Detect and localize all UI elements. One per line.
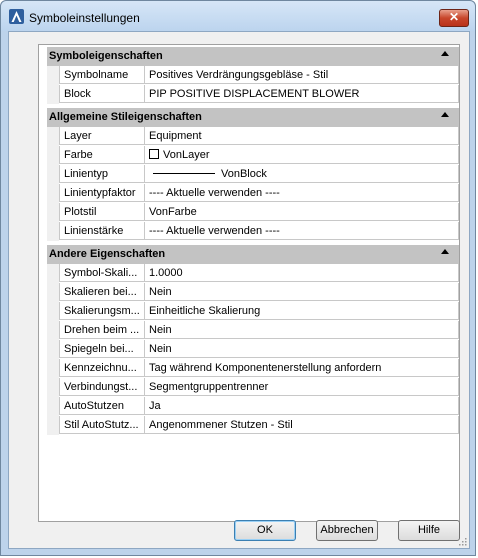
category-label: Allgemeine Stileigenschaften — [49, 111, 202, 123]
row-gutter — [47, 66, 59, 85]
close-icon: ✕ — [448, 10, 460, 24]
property-row[interactable]: Linientyp VonBlock — [47, 165, 459, 184]
property-value[interactable]: Angenommener Stutzen - Stil — [145, 416, 459, 434]
property-row[interactable]: Linientypfaktor ---- Aktuelle verwenden … — [47, 184, 459, 203]
property-name: Skalieren bei... — [59, 283, 145, 301]
row-gutter — [47, 321, 59, 340]
row-gutter — [47, 264, 59, 283]
property-name: Linientypfaktor — [59, 184, 145, 202]
category-other-properties[interactable]: Andere Eigenschaften — [47, 245, 459, 264]
row-gutter — [47, 165, 59, 184]
property-name: Skalierungsm... — [59, 302, 145, 320]
property-row[interactable]: Drehen beim ... Nein — [47, 321, 459, 340]
property-row[interactable]: Verbindungst... Segmentgruppentrenner — [47, 378, 459, 397]
collapse-triangle-icon[interactable] — [441, 51, 449, 56]
ok-button[interactable]: OK — [234, 520, 296, 541]
property-row[interactable]: Plotstil VonFarbe — [47, 203, 459, 222]
row-gutter — [47, 85, 59, 104]
row-gutter — [47, 127, 59, 146]
dialog-client-area: Symboleigenschaften Symbolname Positives… — [8, 31, 470, 549]
dialog-window: Symboleinstellungen ✕ Symboleigenschafte… — [0, 0, 476, 556]
linetype-value-label: VonBlock — [221, 168, 267, 180]
property-value[interactable]: VonFarbe — [145, 203, 459, 221]
property-grid[interactable]: Symboleigenschaften Symbolname Positives… — [38, 44, 460, 522]
row-gutter — [47, 302, 59, 321]
property-name: Layer — [59, 127, 145, 145]
property-value-color[interactable]: VonLayer — [145, 146, 459, 164]
property-row[interactable]: Layer Equipment — [47, 127, 459, 146]
row-gutter — [47, 340, 59, 359]
property-name: Stil AutoStutz... — [59, 416, 145, 434]
collapse-triangle-icon[interactable] — [441, 249, 449, 254]
property-value[interactable]: Nein — [145, 321, 459, 339]
color-value-label: VonLayer — [163, 149, 210, 161]
property-value[interactable]: Positives Verdrängungsgebläse - Stil — [145, 66, 459, 84]
property-value[interactable]: PIP POSITIVE DISPLACEMENT BLOWER — [145, 85, 459, 103]
row-gutter — [47, 397, 59, 416]
property-name: Linientyp — [59, 165, 145, 183]
close-button[interactable]: ✕ — [439, 9, 469, 27]
property-row[interactable]: Linienstärke ---- Aktuelle verwenden ---… — [47, 222, 459, 241]
row-gutter — [47, 184, 59, 203]
property-value[interactable]: Equipment — [145, 127, 459, 145]
row-gutter — [47, 416, 59, 435]
linetype-sample-icon — [153, 173, 215, 174]
property-name: Kennzeichnu... — [59, 359, 145, 377]
property-row[interactable]: Skalierungsm... Einheitliche Skalierung — [47, 302, 459, 321]
property-row[interactable]: Kennzeichnu... Tag während Komponentener… — [47, 359, 459, 378]
property-name: Linienstärke — [59, 222, 145, 240]
cancel-button[interactable]: Abbrechen — [316, 520, 378, 541]
property-name: Verbindungst... — [59, 378, 145, 396]
property-value[interactable]: 1.0000 — [145, 264, 459, 282]
property-value[interactable]: ---- Aktuelle verwenden ---- — [145, 222, 459, 240]
property-value[interactable]: Nein — [145, 283, 459, 301]
property-name: Plotstil — [59, 203, 145, 221]
property-value[interactable]: Nein — [145, 340, 459, 358]
row-gutter — [47, 283, 59, 302]
property-name: Drehen beim ... — [59, 321, 145, 339]
row-gutter — [47, 378, 59, 397]
property-value[interactable]: Einheitliche Skalierung — [145, 302, 459, 320]
property-value[interactable]: Tag während Komponentenerstellung anford… — [145, 359, 459, 377]
property-row[interactable]: Stil AutoStutz... Angenommener Stutzen -… — [47, 416, 459, 435]
title-bar[interactable]: Symboleinstellungen ✕ — [1, 1, 475, 31]
color-swatch-icon — [149, 149, 159, 159]
category-style-properties[interactable]: Allgemeine Stileigenschaften — [47, 108, 459, 127]
row-gutter — [47, 359, 59, 378]
property-row[interactable]: Spiegeln bei... Nein — [47, 340, 459, 359]
collapse-triangle-icon[interactable] — [441, 112, 449, 117]
window-title: Symboleinstellungen — [29, 11, 140, 25]
property-row[interactable]: Block PIP POSITIVE DISPLACEMENT BLOWER — [47, 85, 459, 104]
property-value[interactable]: Ja — [145, 397, 459, 415]
property-row[interactable]: AutoStutzen Ja — [47, 397, 459, 416]
property-name: Symbol-Skali... — [59, 264, 145, 282]
property-name: Symbolname — [59, 66, 145, 84]
category-label: Andere Eigenschaften — [49, 248, 166, 260]
property-name: Farbe — [59, 146, 145, 164]
property-value[interactable]: ---- Aktuelle verwenden ---- — [145, 184, 459, 202]
autocad-a-icon — [9, 9, 24, 24]
resize-grip-icon[interactable] — [457, 536, 467, 546]
row-gutter — [47, 222, 59, 241]
category-label: Symboleigenschaften — [49, 50, 163, 62]
property-value-linetype[interactable]: VonBlock — [145, 165, 459, 183]
property-name: Spiegeln bei... — [59, 340, 145, 358]
property-row[interactable]: Symbol-Skali... 1.0000 — [47, 264, 459, 283]
property-row[interactable]: Farbe VonLayer — [47, 146, 459, 165]
property-name: AutoStutzen — [59, 397, 145, 415]
category-symbol-properties[interactable]: Symboleigenschaften — [47, 47, 459, 66]
property-name: Block — [59, 85, 145, 103]
property-value[interactable]: Segmentgruppentrenner — [145, 378, 459, 396]
row-gutter — [47, 203, 59, 222]
help-button[interactable]: Hilfe — [398, 520, 460, 541]
property-row[interactable]: Symbolname Positives Verdrängungsgebläse… — [47, 66, 459, 85]
property-row[interactable]: Skalieren bei... Nein — [47, 283, 459, 302]
row-gutter — [47, 146, 59, 165]
